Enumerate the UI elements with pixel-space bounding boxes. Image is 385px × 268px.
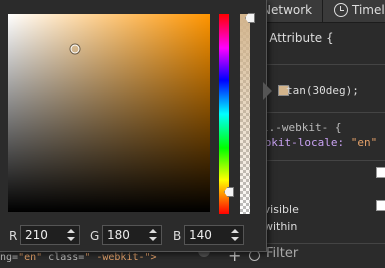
r-value: 210: [25, 228, 48, 242]
b-input[interactable]: 140: [184, 225, 244, 245]
clock-icon: [334, 3, 348, 17]
breadcrumb-attr: ng=: [0, 252, 19, 263]
style-rule-header: e Attribute {: [258, 31, 334, 45]
divider: [250, 64, 385, 65]
breadcrumb-attr-value: " -webkit-">: [84, 252, 157, 263]
rgb-inputs: R 210 G 180 B 140: [0, 225, 266, 247]
tab-timeline[interactable]: Timeli: [334, 0, 385, 22]
popover-pointer: [263, 82, 272, 100]
css-property-name: ebkit-locale:: [258, 136, 351, 149]
state-checkbox[interactable]: [376, 167, 385, 178]
g-label: G: [90, 229, 100, 243]
r-input[interactable]: 210: [20, 225, 80, 245]
r-label: R: [9, 229, 18, 243]
tab-network[interactable]: Network: [262, 0, 312, 22]
alpha-slider[interactable]: [240, 14, 250, 214]
state-checkbox[interactable]: [376, 200, 385, 211]
b-stepper-icon[interactable]: [230, 228, 240, 242]
g-value: 180: [107, 228, 130, 242]
b-label: B: [173, 229, 182, 243]
g-input[interactable]: 180: [102, 225, 162, 245]
style-rule-selector: l.-webkit- {: [262, 121, 342, 134]
filter-input[interactable]: Filter: [266, 246, 298, 261]
css-value-tan[interactable]: tan(30deg);: [286, 84, 359, 97]
dom-breadcrumb[interactable]: ng="en" class=" -webkit-">: [0, 251, 216, 268]
color-selection-handle[interactable]: [70, 44, 80, 54]
b-value: 140: [189, 228, 212, 242]
hue-slider[interactable]: [219, 14, 229, 214]
css-property-webkit-locale[interactable]: ebkit-locale: "en": [258, 136, 377, 149]
g-stepper-icon[interactable]: [148, 228, 158, 242]
breadcrumb-attr-value: "en": [18, 252, 43, 263]
saturation-value-area[interactable]: [8, 14, 210, 212]
breadcrumb-attr: class=: [42, 252, 85, 263]
divider: [250, 112, 385, 113]
divider: [250, 160, 385, 161]
r-stepper-icon[interactable]: [66, 228, 76, 242]
css-property-value: "en": [350, 136, 378, 149]
tab-timeline-label: Timeli: [352, 3, 385, 17]
tab-separator: [322, 0, 323, 22]
color-picker-popover: R 210 G 180 B 140: [0, 0, 267, 252]
